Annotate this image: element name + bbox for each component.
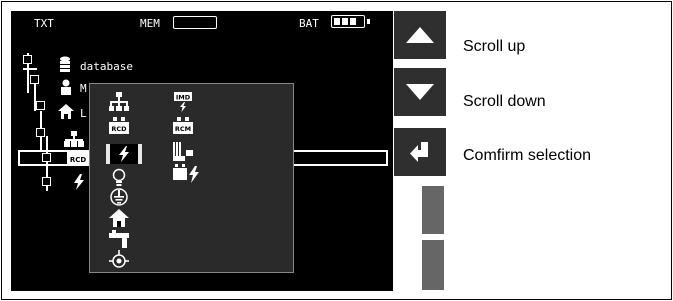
tree-node-box[interactable] — [30, 75, 39, 84]
mem-label: MEM — [140, 17, 160, 30]
triangle-up-icon — [406, 27, 434, 43]
earth-icon[interactable] — [109, 187, 129, 207]
confirm-label: Comfirm selection — [463, 147, 592, 164]
scroll-up-button[interactable] — [394, 11, 446, 59]
confirm-button[interactable] — [394, 128, 446, 176]
blank-softkey-2[interactable] — [422, 240, 444, 290]
bulb-icon[interactable] — [109, 168, 129, 188]
svg-text:RCD: RCD — [70, 156, 87, 164]
tree-connector — [23, 68, 37, 70]
tap-icon[interactable] — [109, 229, 129, 249]
rcd-badge-text: RCD — [111, 125, 127, 133]
scroll-down-button[interactable] — [394, 68, 446, 116]
selected-icon-highlight[interactable] — [106, 144, 142, 164]
txt-label: TXT — [34, 17, 54, 30]
distribution-icon — [64, 131, 84, 147]
rcd-icon: RCD — [67, 152, 89, 166]
battery-cell — [350, 18, 356, 25]
database-label[interactable]: database — [80, 60, 133, 73]
tree-node-box[interactable] — [36, 101, 45, 110]
user-icon — [61, 79, 71, 95]
tree-node-box[interactable] — [36, 128, 45, 137]
rcm-badge-text: RCM — [175, 125, 191, 133]
figure-frame: TXT MEM BAT database M L RCD RCD IMD RCM… — [1, 1, 672, 300]
machine-icon[interactable] — [173, 142, 193, 162]
imd-icon[interactable]: IMD — [173, 92, 193, 112]
house-icon[interactable] — [109, 208, 129, 228]
battery-cell — [342, 18, 348, 25]
power-lightning-icon — [110, 144, 138, 164]
scroll-up-label: Scroll up — [463, 38, 526, 55]
tree-node-box[interactable] — [23, 55, 32, 64]
blank-softkey-1[interactable] — [422, 186, 444, 234]
status-bar: TXT MEM BAT — [11, 11, 393, 35]
rcd-icon[interactable]: RCD — [109, 117, 129, 137]
rcd-lightning-icon[interactable] — [173, 164, 203, 184]
tree-node-box[interactable] — [42, 177, 51, 186]
battery-tip — [367, 19, 370, 24]
bat-label: BAT — [299, 17, 319, 30]
user-label[interactable]: M — [80, 82, 87, 95]
scroll-down-label: Scroll down — [463, 93, 546, 110]
probe-icon[interactable] — [109, 250, 129, 270]
power-lightning-icon — [74, 174, 84, 190]
house-icon — [58, 104, 74, 119]
memory-indicator — [173, 16, 217, 29]
distribution-icon[interactable] — [109, 92, 129, 112]
triangle-down-icon — [406, 84, 434, 100]
icon-selection-popup: RCD IMD RCM — [89, 83, 294, 273]
battery-cell — [334, 18, 340, 25]
enter-icon — [410, 142, 428, 162]
rcm-icon[interactable]: RCM — [173, 117, 193, 137]
device-screen: TXT MEM BAT database M L RCD RCD IMD RCM — [11, 11, 393, 291]
battery-icon — [331, 15, 365, 28]
house-label[interactable]: L — [80, 107, 87, 120]
imd-badge-text: IMD — [176, 94, 191, 102]
database-icon — [60, 56, 70, 72]
